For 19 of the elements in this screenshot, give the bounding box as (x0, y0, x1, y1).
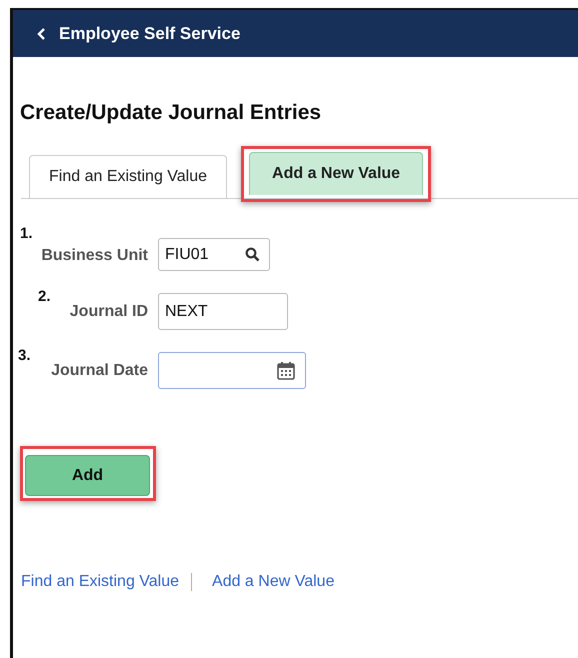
step-number: 1. (20, 225, 33, 242)
field-label: Journal Date (50, 362, 149, 381)
calendar-icon[interactable] (276, 360, 296, 380)
link[interactable]: Add a New Value (212, 573, 334, 591)
step-number: 2. (38, 288, 51, 305)
step-number: 3. (18, 347, 31, 364)
field-label: Journal ID (68, 303, 149, 322)
tab[interactable]: Add a New Value (249, 152, 424, 195)
search-icon[interactable] (245, 247, 260, 262)
back-link[interactable]: Employee Self Service (37, 24, 240, 44)
input-field[interactable] (158, 352, 306, 389)
chevron-left-icon (37, 28, 47, 40)
add-button[interactable]: Add (25, 455, 150, 496)
field-label: Business Unit (40, 247, 149, 266)
input-field[interactable]: NEXT (158, 293, 288, 330)
input-field[interactable]: FIU01 (158, 238, 270, 271)
page-title: Create/Update Journal Entries (20, 101, 322, 125)
link[interactable]: Find an Existing Value (21, 573, 180, 591)
tab[interactable]: Find an Existing Value (29, 155, 228, 198)
